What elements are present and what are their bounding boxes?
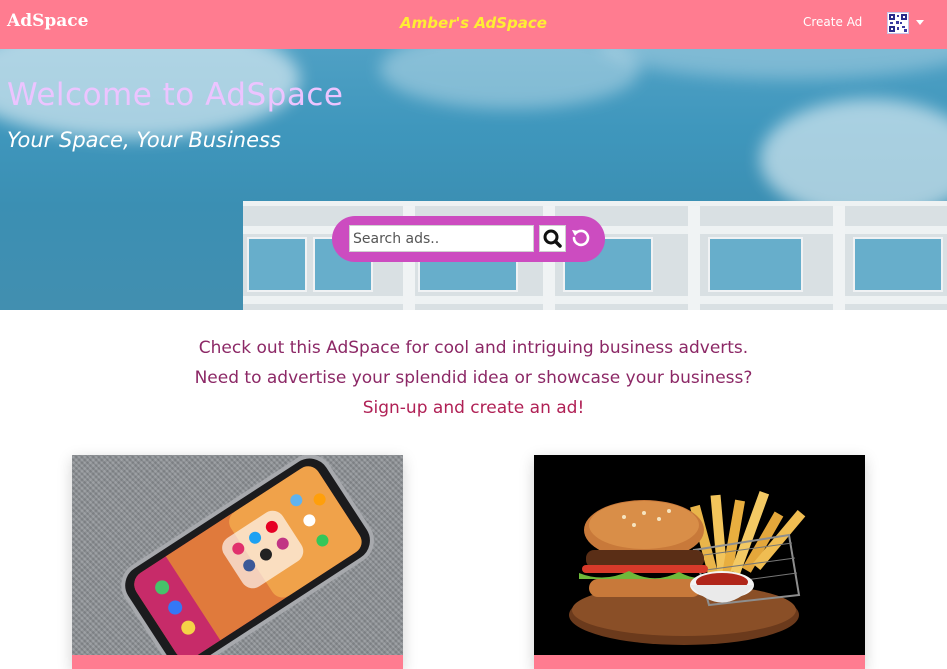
chevron-down-icon [916, 20, 924, 25]
create-ad-link[interactable]: Create Ad [803, 15, 862, 29]
hero-banner: Welcome to AdSpace Your Space, Your Busi… [0, 49, 947, 310]
search-input[interactable] [349, 225, 534, 252]
intro-line: Need to advertise your splendid idea or … [194, 368, 753, 388]
navbar: AdSpace Amber's AdSpace Create Ad [0, 0, 947, 49]
ad-card[interactable] [534, 455, 865, 669]
burger-and-fries-photo [534, 455, 865, 655]
search-icon [543, 229, 562, 248]
ad-card[interactable] [72, 455, 403, 669]
cloud-shape [600, 49, 947, 79]
intro-line: Check out this AdSpace for cool and intr… [198, 338, 749, 358]
qr-avatar-icon [887, 12, 909, 34]
cloud-shape [380, 49, 640, 109]
hero-title: Welcome to AdSpace [7, 77, 344, 113]
search-bar [332, 216, 605, 262]
card-footer [72, 655, 403, 669]
hero-subtitle: Your Space, Your Business [7, 128, 281, 152]
reset-icon [572, 229, 590, 247]
card-footer [534, 655, 865, 669]
search-button[interactable] [539, 225, 566, 252]
intro-text: Check out this AdSpace for cool and intr… [0, 333, 947, 423]
smartphone-social-media-photo [72, 455, 403, 655]
user-menu-toggle[interactable] [887, 12, 927, 36]
reset-button[interactable] [570, 227, 592, 249]
signup-prompt: Sign-up and create an ad! [362, 398, 585, 418]
